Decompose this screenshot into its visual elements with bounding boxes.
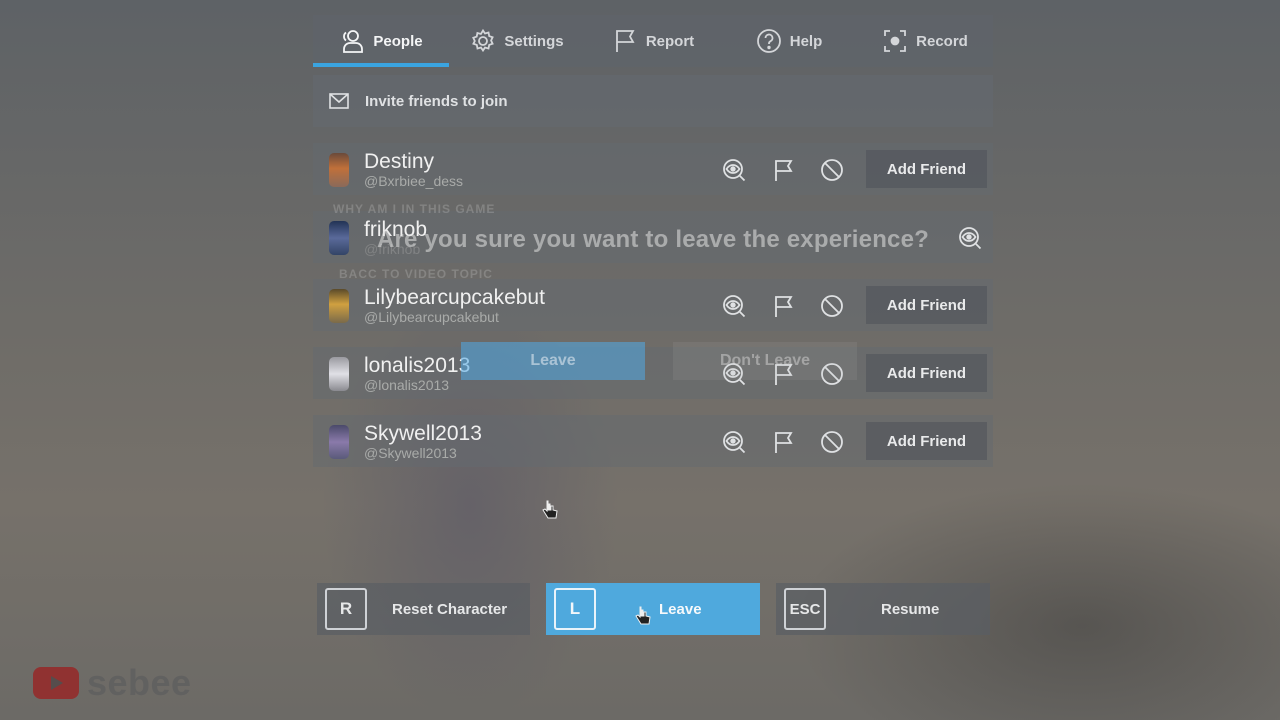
hand-cursor-icon	[635, 606, 651, 625]
youtube-logo-icon	[33, 667, 79, 699]
leave-label: Leave	[659, 600, 702, 618]
tab-settings[interactable]: Settings	[449, 15, 585, 67]
avatar	[329, 425, 349, 459]
ghost-chat-text: WHY AM I IN THIS GAME	[333, 202, 496, 216]
resume-key-hint: ESC	[784, 588, 826, 630]
mail-icon	[329, 93, 349, 109]
inspect-icon[interactable]	[718, 290, 750, 322]
player-row: lonalis2013 @lonalis2013 Add Friend	[313, 347, 993, 399]
leave-key-hint: L	[554, 588, 596, 630]
tab-record-label: Record	[916, 32, 968, 50]
avatar	[329, 153, 349, 187]
player-row: Skywell2013 @Skywell2013 Add Friend	[313, 415, 993, 467]
add-friend-button[interactable]: Add Friend	[866, 150, 987, 188]
record-icon	[884, 30, 907, 52]
block-icon[interactable]	[816, 290, 848, 322]
watermark-text: sebee	[87, 662, 192, 703]
inspect-icon[interactable]	[718, 154, 750, 186]
player-handle: @Skywell2013	[364, 445, 457, 461]
tab-report[interactable]: Report	[585, 15, 721, 67]
tab-people-label: People	[373, 32, 423, 50]
inspect-icon[interactable]	[718, 426, 750, 458]
leave-confirm-title: Are you sure you want to leave the exper…	[376, 226, 930, 253]
people-icon	[343, 30, 364, 53]
report-flag-icon[interactable]	[767, 154, 799, 186]
avatar	[329, 289, 349, 323]
reset-label: Reset Character	[392, 600, 508, 618]
player-name: Skywell2013	[364, 422, 482, 445]
player-name: Lilybearcupcakebut	[364, 286, 545, 309]
player-name: Destiny	[364, 150, 435, 173]
report-flag-icon[interactable]	[767, 290, 799, 322]
avatar	[329, 357, 349, 391]
report-flag-icon[interactable]	[767, 426, 799, 458]
player-row: Lilybearcupcakebut @Lilybearcupcakebut A…	[313, 279, 993, 331]
leave-button[interactable]: L Leave	[546, 583, 760, 635]
gear-icon	[472, 28, 495, 53]
add-friend-button[interactable]: Add Friend	[866, 422, 987, 460]
player-handle: @Bxrbiee_dess	[364, 173, 464, 189]
confirm-dont-leave-button[interactable]: Don't Leave	[673, 342, 857, 380]
resume-label: Resume	[881, 600, 940, 618]
reset-key-hint: R	[325, 588, 367, 630]
block-icon[interactable]	[816, 154, 848, 186]
tab-record[interactable]: Record	[857, 15, 993, 67]
hand-cursor-icon	[542, 500, 558, 519]
tab-people[interactable]: People	[313, 15, 449, 67]
player-name: lonalis2013	[364, 354, 471, 377]
tab-report-label: Report	[645, 32, 695, 50]
tab-help[interactable]: Help	[721, 15, 857, 67]
add-friend-button[interactable]: Add Friend	[866, 286, 987, 324]
invite-label: Invite friends to join	[365, 92, 508, 110]
player-handle: @lonalis2013	[364, 377, 450, 393]
tab-settings-label: Settings	[504, 32, 564, 50]
tab-help-label: Help	[789, 32, 823, 50]
watermark: sebee	[33, 662, 192, 704]
player-handle: @Lilybearcupcakebut	[364, 309, 499, 325]
player-row: Destiny @Bxrbiee_dess Add Friend	[313, 143, 993, 195]
resume-button[interactable]: ESC Resume	[776, 583, 990, 635]
flag-icon	[615, 30, 635, 52]
block-icon[interactable]	[816, 426, 848, 458]
ghost-chat-text: BACC TO VIDEO TOPIC	[339, 267, 493, 281]
add-friend-button[interactable]: Add Friend	[866, 354, 987, 392]
reset-character-button[interactable]: R Reset Character	[317, 583, 530, 635]
invite-friends-button[interactable]: Invite friends to join	[313, 75, 993, 127]
help-icon	[756, 29, 781, 53]
menu-tab-bar: People Settings Report Help Record	[313, 15, 993, 67]
confirm-leave-button[interactable]: Leave	[461, 342, 645, 380]
